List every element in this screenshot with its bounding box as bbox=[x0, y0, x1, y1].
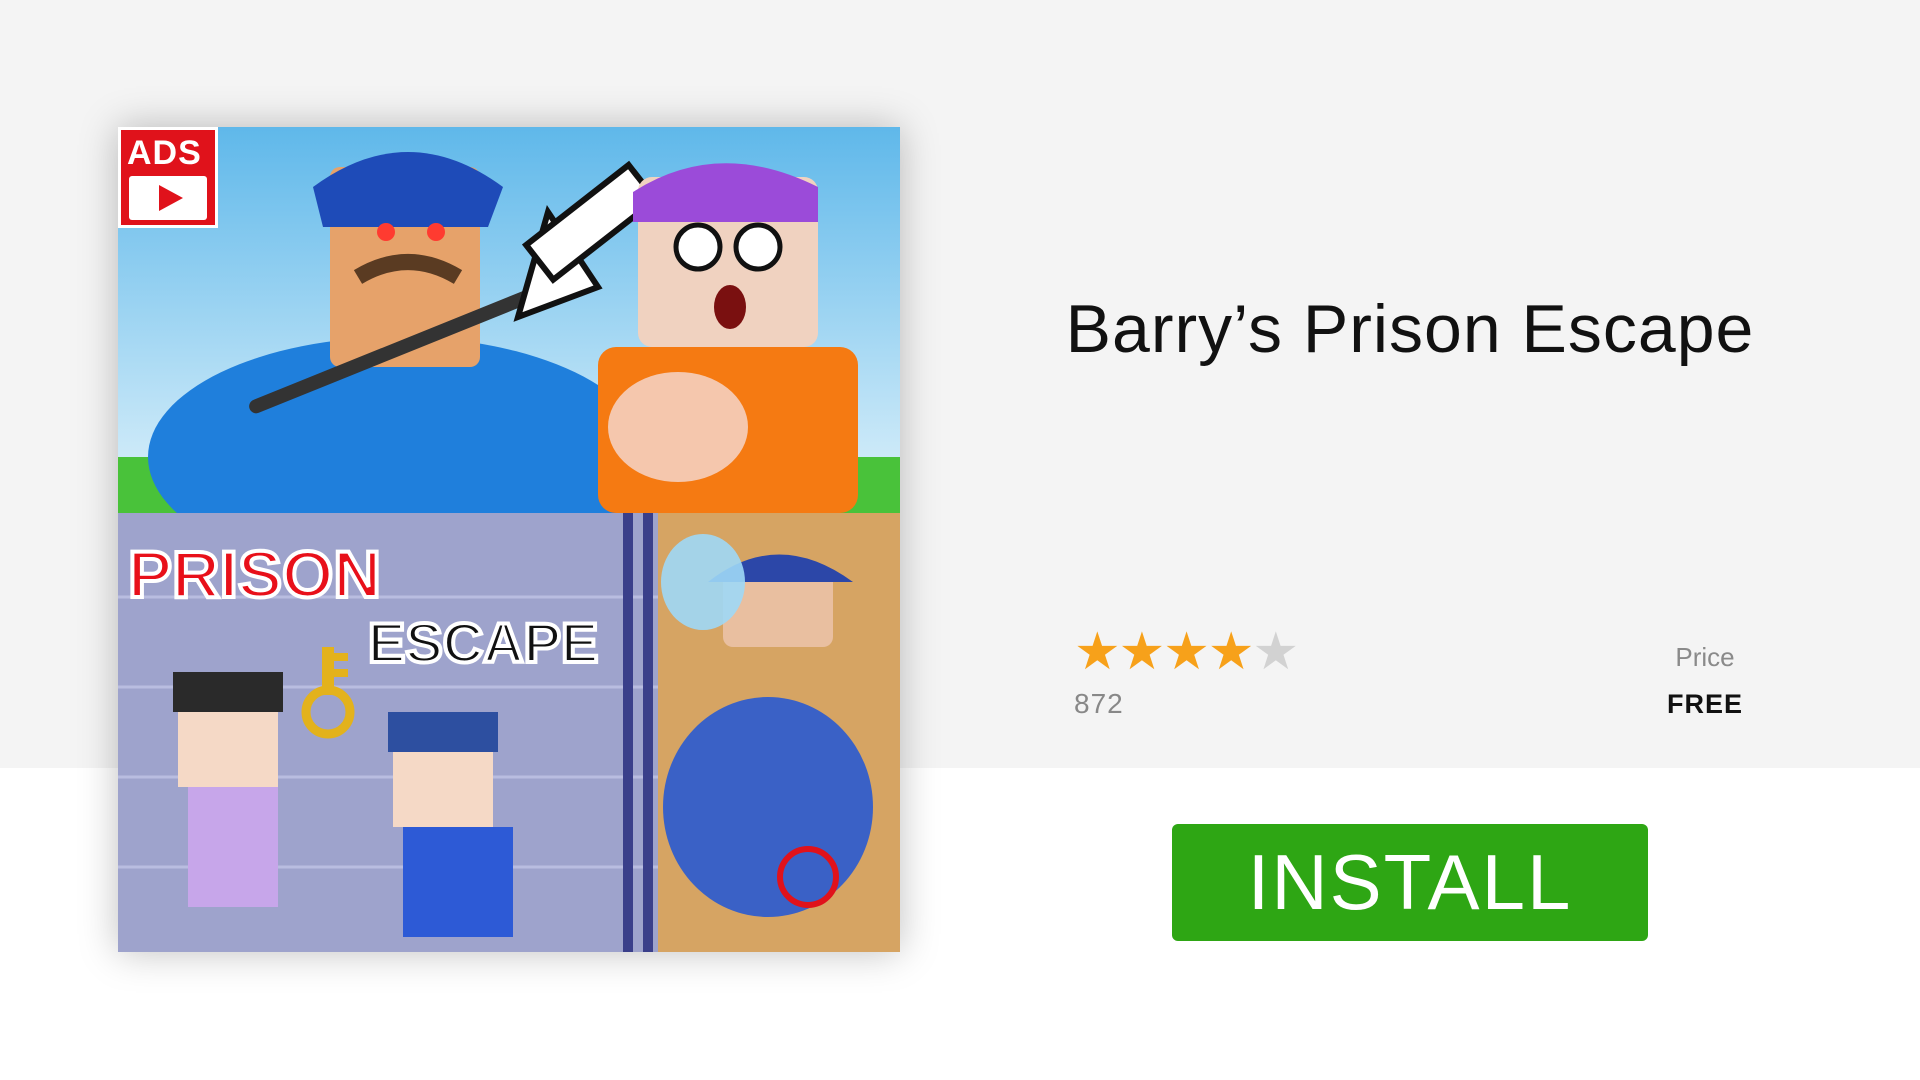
price-label: Price bbox=[1675, 642, 1735, 672]
rating-count: 872 bbox=[1074, 688, 1124, 719]
install-button[interactable]: INSTALL bbox=[1172, 824, 1648, 941]
price-block: Price FREE bbox=[1630, 642, 1780, 720]
star-icon: ★ bbox=[1207, 623, 1255, 681]
star-icon: ★ bbox=[1074, 623, 1121, 681]
ads-badge-label: ADS bbox=[127, 134, 202, 172]
rating-block: ★★★★★ 872 bbox=[1074, 623, 1300, 720]
thumbnail-word-escape: ESCAPE bbox=[368, 611, 598, 674]
play-icon bbox=[129, 176, 207, 220]
star-rating: ★★★★★ bbox=[1074, 623, 1300, 681]
star-icon: ★ bbox=[1118, 623, 1166, 681]
thumbnail-word-prison: PRISON bbox=[128, 537, 381, 611]
star-icon: ★ bbox=[1163, 623, 1210, 681]
thumbnail-illustration: PRISON ESCAPE bbox=[118, 127, 900, 952]
app-title: Barry’s Prison Escape bbox=[1065, 291, 1755, 367]
game-thumbnail[interactable]: PRISON ESCAPE ADS bbox=[118, 127, 900, 952]
star-icon: ★ bbox=[1252, 623, 1300, 681]
price-value: FREE bbox=[1666, 689, 1743, 719]
ads-badge: ADS bbox=[118, 127, 218, 228]
